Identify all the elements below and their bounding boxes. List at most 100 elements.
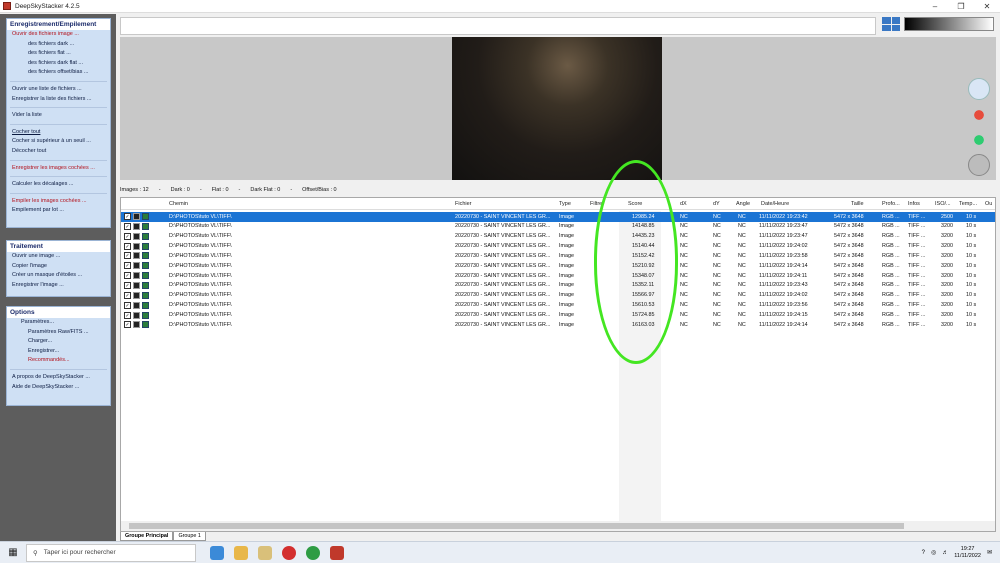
row-checkbox[interactable]: ✓ bbox=[124, 311, 131, 319]
table-row[interactable]: ✓ D:\PHOTOS\tuto VL\TIFF\ 20220730 - SAINT… bbox=[121, 222, 995, 232]
column-header[interactable]: Angle bbox=[736, 201, 750, 207]
file-list[interactable]: Chemin Fichier Type Filtre Score dX dY Angle Dat… bbox=[120, 197, 996, 532]
volume-icon[interactable]: ♬ bbox=[942, 550, 948, 556]
menu-item[interactable]: Enregistrer les images cochées ... bbox=[7, 164, 110, 174]
menu-item[interactable]: Charger... bbox=[7, 337, 110, 347]
row-checkbox[interactable]: ✓ bbox=[124, 222, 131, 230]
select-tool-icon[interactable] bbox=[968, 78, 990, 100]
table-row[interactable]: ✓ D:\PHOTOS\tuto VL\TIFF\ 20220730 - SAINT… bbox=[121, 261, 995, 271]
row-checkbox[interactable]: ✓ bbox=[124, 242, 131, 250]
maximize-button[interactable]: ❐ bbox=[948, 2, 974, 11]
menu-item[interactable]: Décocher tout bbox=[7, 147, 110, 157]
menu-item[interactable]: des fichiers dark ... bbox=[7, 40, 110, 50]
horizontal-scrollbar[interactable] bbox=[121, 521, 995, 531]
row-checkbox[interactable]: ✓ bbox=[124, 213, 131, 220]
column-header[interactable]: Taille bbox=[851, 201, 864, 207]
cell-size: 5472 x 3648 bbox=[834, 252, 864, 259]
table-row[interactable]: ✓ D:\PHOTOS\tuto VL\TIFF\ 20220730 - SAINT… bbox=[121, 251, 995, 261]
taskbar: ▦ ⚲ Taper ici pour rechercher ? ◎ ♬ 19:2… bbox=[0, 541, 1000, 563]
folder-icon[interactable] bbox=[234, 545, 248, 560]
levels-slider[interactable] bbox=[904, 17, 994, 31]
column-header[interactable]: Chemin bbox=[169, 201, 188, 207]
cell-exp: 10 s bbox=[966, 213, 977, 220]
comet-tool-icon[interactable] bbox=[968, 129, 990, 151]
row-checkbox[interactable]: ✓ bbox=[124, 252, 131, 260]
menu-item[interactable]: Vider la liste bbox=[7, 111, 110, 121]
menu-item[interactable]: Enregistrer l'image ... bbox=[7, 281, 110, 291]
cell-file: 20220730 - SAINT VINCENT LES GR... bbox=[455, 262, 551, 269]
group-tab[interactable]: Groupe Principal bbox=[120, 532, 174, 541]
cell-type: Image bbox=[559, 233, 574, 240]
column-header[interactable]: dY bbox=[713, 201, 720, 207]
row-checkbox[interactable]: ✓ bbox=[124, 262, 131, 270]
app-icon-5[interactable] bbox=[306, 545, 320, 560]
close-button[interactable]: ✕ bbox=[974, 2, 1000, 11]
row-checkbox[interactable]: ✓ bbox=[124, 301, 131, 309]
cell-iso: 3200 bbox=[941, 252, 953, 259]
column-header[interactable]: Temp... bbox=[959, 201, 977, 207]
menu-item[interactable]: Aide de DeepSkyStacker ... bbox=[7, 383, 110, 393]
app-icon-1[interactable] bbox=[210, 545, 224, 560]
table-row[interactable]: ✓ D:\PHOTOS\tuto VL\TIFF\ 20220730 - SAINT… bbox=[121, 271, 995, 281]
menu-item[interactable]: A propos de DeepSkyStacker ... bbox=[7, 373, 110, 383]
menu-item[interactable]: Copier l'image bbox=[7, 262, 110, 272]
table-row[interactable]: ✓ D:\PHOTOS\tuto VL\TIFF\ 20220730 - SAINT… bbox=[121, 281, 995, 291]
cell-depth: RGB ... bbox=[882, 233, 900, 240]
cell-iso: 3200 bbox=[941, 321, 953, 328]
column-header[interactable]: Type bbox=[559, 201, 571, 207]
menu-item[interactable]: Ouvrir une image ... bbox=[7, 252, 110, 262]
column-header[interactable]: Infos bbox=[908, 201, 920, 207]
menu-item[interactable]: Calculer les décalages ... bbox=[7, 180, 110, 190]
network-icon[interactable]: ◎ bbox=[931, 549, 936, 556]
table-row[interactable]: ✓ D:\PHOTOS\tuto VL\TIFF\ 20220730 - SAINT… bbox=[121, 291, 995, 301]
row-checkbox[interactable]: ✓ bbox=[124, 232, 131, 240]
menu-item[interactable]: Cocher tout bbox=[7, 128, 110, 138]
menu-item[interactable]: des fichiers offset/bias ... bbox=[7, 68, 110, 78]
column-header[interactable]: Fichier bbox=[455, 201, 472, 207]
deepskystacker-icon[interactable] bbox=[330, 545, 344, 560]
clock[interactable]: 19:27 11/11/2022 bbox=[954, 546, 981, 560]
save-tool-icon[interactable] bbox=[968, 154, 990, 176]
help-icon[interactable]: ? bbox=[922, 550, 925, 556]
row-checkbox[interactable]: ✓ bbox=[124, 272, 131, 280]
menu-item[interactable]: Ouvrir une liste de fichiers ... bbox=[7, 85, 110, 95]
opera-icon[interactable] bbox=[282, 545, 296, 560]
menu-item[interactable]: Empilement par lot ... bbox=[7, 206, 110, 216]
row-checkbox[interactable]: ✓ bbox=[124, 281, 131, 289]
menu-item[interactable]: Recommandés... bbox=[7, 356, 110, 366]
row-checkbox[interactable]: ✓ bbox=[124, 321, 131, 329]
menu-item[interactable]: Enregistrer... bbox=[7, 347, 110, 357]
cell-exp: 10 s bbox=[966, 233, 977, 240]
table-row[interactable]: ✓ D:\PHOTOS\tuto VL\TIFF\ 20220730 - SAINT… bbox=[121, 212, 995, 222]
image-preview[interactable] bbox=[120, 37, 996, 180]
menu-item[interactable]: Cocher si supérieur à un seuil ... bbox=[7, 137, 110, 147]
table-row[interactable]: ✓ D:\PHOTOS\tuto VL\TIFF\ 20220730 - SAINT… bbox=[121, 311, 995, 321]
column-header[interactable]: Profo... bbox=[882, 201, 900, 207]
column-header[interactable]: dX bbox=[680, 201, 687, 207]
star-tool-icon[interactable] bbox=[968, 104, 990, 126]
menu-item[interactable]: Empiler les images cochées ... bbox=[7, 197, 110, 207]
app-icon-3[interactable] bbox=[258, 545, 272, 560]
menu-item[interactable]: Créer un masque d'étoiles ... bbox=[7, 271, 110, 281]
column-header[interactable]: Date/Heure bbox=[761, 201, 789, 207]
group-tab[interactable]: Groupe 1 bbox=[173, 532, 206, 541]
menu-item[interactable]: des fichiers dark flat ... bbox=[7, 59, 110, 69]
taskbar-search[interactable]: ⚲ Taper ici pour rechercher bbox=[26, 543, 196, 562]
table-row[interactable]: ✓ D:\PHOTOS\tuto VL\TIFF\ 20220730 - SAINT… bbox=[121, 242, 995, 252]
grid-view-icon[interactable] bbox=[882, 17, 900, 31]
menu-item[interactable]: Enregistrer la liste des fichiers ... bbox=[7, 95, 110, 105]
row-checkbox[interactable]: ✓ bbox=[124, 291, 131, 299]
table-row[interactable]: ✓ D:\PHOTOS\tuto VL\TIFF\ 20220730 - SAINT… bbox=[121, 301, 995, 311]
menu-item[interactable]: Paramètres... bbox=[7, 318, 110, 328]
table-row[interactable]: ✓ D:\PHOTOS\tuto VL\TIFF\ 20220730 - SAINT… bbox=[121, 320, 995, 330]
windows-start-icon[interactable]: ▦ bbox=[0, 547, 26, 558]
menu-item[interactable]: Paramètres Raw/FITS ... bbox=[7, 328, 110, 338]
menu-item[interactable]: des fichiers flat ... bbox=[7, 49, 110, 59]
file-type-icon bbox=[142, 291, 149, 299]
column-header[interactable]: ISO/... bbox=[935, 201, 951, 207]
menu-item[interactable]: Ouvrir des fichiers image ... bbox=[7, 30, 110, 40]
minimize-button[interactable]: – bbox=[922, 2, 948, 11]
notification-icon[interactable]: ✉ bbox=[987, 549, 992, 556]
column-header[interactable]: Ou bbox=[985, 201, 992, 207]
table-row[interactable]: ✓ D:\PHOTOS\tuto VL\TIFF\ 20220730 - SAINT… bbox=[121, 232, 995, 242]
